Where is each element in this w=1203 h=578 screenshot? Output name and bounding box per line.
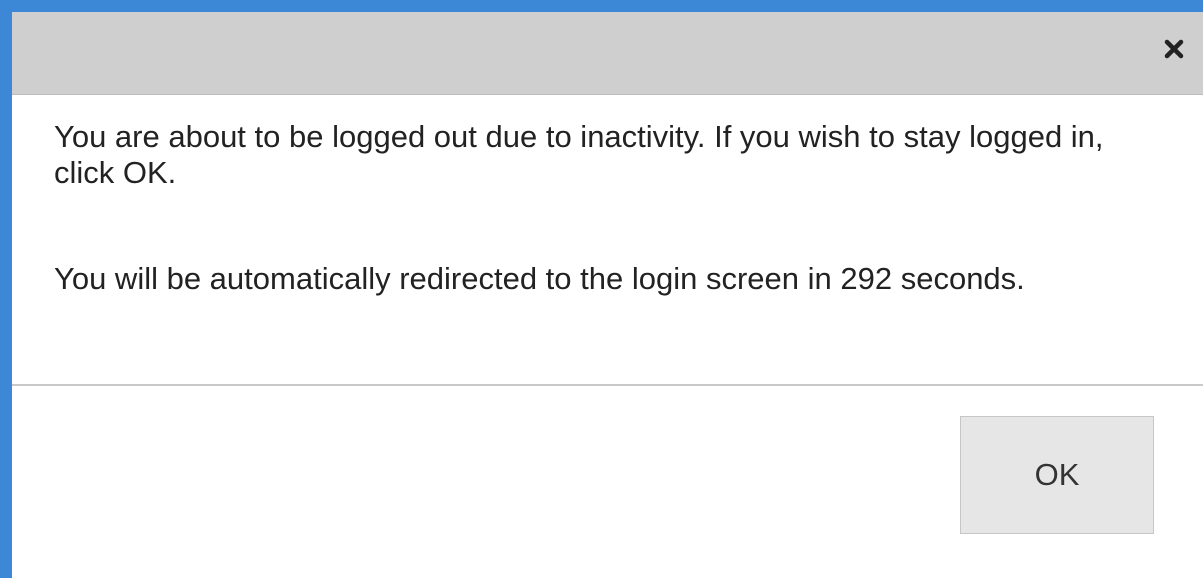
session-timeout-dialog: You are about to be logged out due to in… [12, 12, 1203, 578]
dialog-titlebar [12, 12, 1203, 95]
redirect-text-prefix: You will be automatically redirected to … [54, 261, 841, 296]
countdown-seconds: 292 [840, 261, 893, 296]
dialog-body: You are about to be logged out due to in… [12, 95, 1203, 385]
close-button[interactable] [1159, 36, 1189, 66]
ok-button[interactable]: OK [960, 416, 1154, 534]
logout-warning-text: You are about to be logged out due to in… [54, 119, 1104, 190]
close-icon [1164, 39, 1184, 64]
dialog-footer: OK [12, 386, 1203, 578]
redirect-text-suffix: seconds. [892, 261, 1025, 296]
redirect-countdown-text: You will be automatically redirected to … [54, 261, 1154, 297]
